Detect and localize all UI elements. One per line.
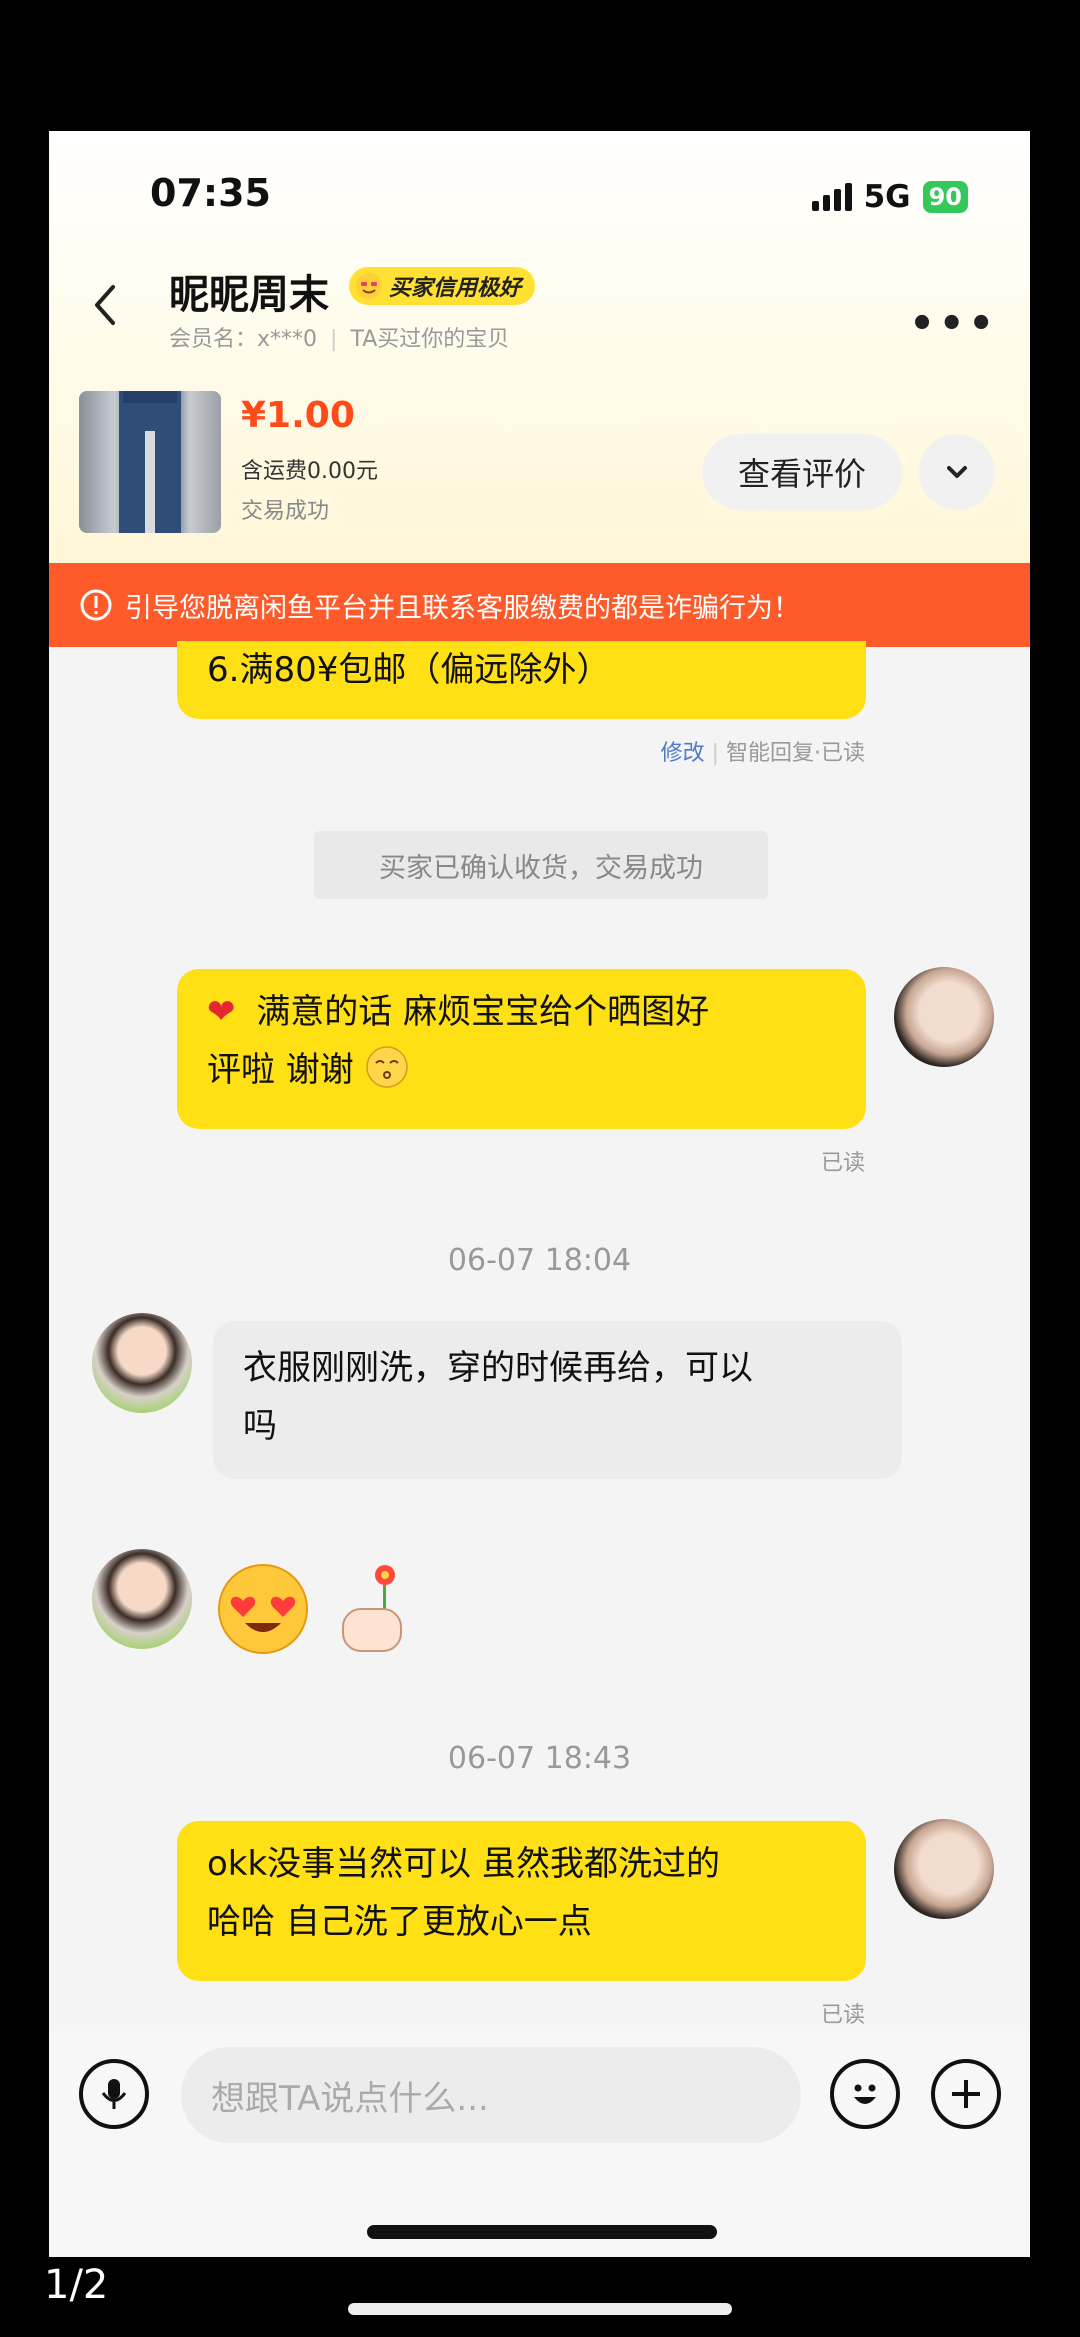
- message-text-line1: 满意的话 麻烦宝宝给个晒图好: [256, 992, 710, 1032]
- read-receipt: 已读: [820, 1151, 865, 1176]
- plus-icon: [952, 2080, 980, 2108]
- message-line: ❤ 满意的话 麻烦宝宝给个晒图好: [207, 983, 836, 1041]
- expand-button[interactable]: [919, 434, 995, 510]
- thumbs-flower-emoji[interactable]: [329, 1559, 419, 1659]
- contact-name: 昵昵周末: [169, 272, 329, 318]
- battery-icon: 90: [922, 181, 968, 213]
- message-text-line2: 哈哈 自己洗了更放心一点: [207, 1902, 592, 1942]
- status-icons: 5G 90: [811, 179, 968, 215]
- back-arrow-icon: [95, 285, 115, 325]
- phone-screen: 07:35 5G 90 昵昵周末 买家信用极好 会员名：x***0 | TA买过…: [49, 131, 1030, 2257]
- message-line: 评啦 谢谢: [207, 1041, 836, 1099]
- timestamp: 06-07 18:43: [447, 1741, 632, 1776]
- message-input[interactable]: 想跟TA说点什么...: [181, 2047, 801, 2143]
- back-button[interactable]: [77, 275, 137, 335]
- my-avatar[interactable]: [894, 1819, 994, 1919]
- voice-button[interactable]: [79, 2059, 149, 2129]
- message-bubble-mine[interactable]: ❤ 满意的话 麻烦宝宝给个晒图好 评啦 谢谢: [177, 969, 866, 1129]
- message-bubble-mine[interactable]: okk没事当然可以 虽然我都洗过的 哈哈 自己洗了更放心一点: [177, 1821, 866, 1981]
- home-indicator[interactable]: [367, 2225, 717, 2239]
- kiss-face-emoji: [365, 1046, 408, 1088]
- message-bubble-other[interactable]: 衣服刚刚洗，穿的时候再给，可以 吗: [213, 1321, 902, 1479]
- network-label: 5G: [863, 179, 911, 215]
- my-avatar[interactable]: [894, 967, 994, 1067]
- system-message: 买家已确认收货，交易成功: [314, 831, 768, 899]
- credit-badge: 买家信用极好: [349, 267, 536, 305]
- message-text-line2: 吗: [243, 1406, 277, 1446]
- chevron-down-icon: [947, 466, 967, 478]
- trade-status: 交易成功: [241, 499, 330, 524]
- product-shipping: 含运费0.00元: [241, 459, 378, 484]
- timestamp: 06-07 18:04: [447, 1243, 632, 1278]
- product-price: ¥1.00: [241, 395, 355, 436]
- signal-icon: [811, 183, 852, 211]
- message-meta: 修改 | 智能回复·已读: [660, 741, 865, 766]
- emoji-face-icon: [854, 2084, 876, 2104]
- credit-badge-label: 买家信用极好: [389, 276, 522, 301]
- message-text: 6.满80¥包邮（偏远除外）: [207, 650, 611, 690]
- message-text-line1: okk没事当然可以 虽然我都洗过的: [207, 1844, 720, 1884]
- fraud-warning-banner: 引导您脱离闲鱼平台并且联系客服缴费的都是诈骗行为！: [49, 563, 1030, 647]
- message-text-line2: 评啦 谢谢: [207, 1050, 354, 1090]
- smart-reply-status: 智能回复·已读: [726, 741, 865, 766]
- emoji-button[interactable]: [830, 2059, 900, 2129]
- contact-avatar[interactable]: [92, 1549, 192, 1649]
- contact-avatar[interactable]: [92, 1313, 192, 1413]
- member-info: 会员名：x***0 | TA买过你的宝贝: [169, 327, 510, 352]
- product-thumbnail[interactable]: [79, 391, 221, 533]
- red-heart-icon: ❤: [207, 992, 236, 1032]
- status-time: 07:35: [150, 171, 271, 215]
- jeans-image: [119, 391, 181, 533]
- microphone-icon: [101, 2079, 127, 2109]
- heart-eyes-emoji[interactable]: [215, 1561, 311, 1657]
- warning-icon: [80, 589, 112, 621]
- warning-text: 引导您脱离闲鱼平台并且联系客服缴费的都是诈骗行为！: [125, 592, 800, 624]
- outer-home-indicator: [348, 2303, 732, 2315]
- edit-link[interactable]: 修改: [661, 741, 705, 766]
- add-more-button[interactable]: [931, 2059, 1001, 2129]
- page-indicator: 1/2: [44, 2262, 109, 2308]
- member-name: x***0: [257, 327, 318, 352]
- member-label: 会员名：: [169, 327, 258, 352]
- smile-face-icon: [356, 273, 382, 299]
- message-text-line1: 衣服刚刚洗，穿的时候再给，可以: [243, 1348, 753, 1388]
- bought-note: TA买过你的宝贝: [350, 327, 510, 352]
- more-options-icon[interactable]: •••: [909, 301, 998, 347]
- view-review-button[interactable]: 查看评价: [702, 434, 902, 510]
- read-receipt: 已读: [820, 2003, 865, 2028]
- message-bubble-auto-reply[interactable]: 6.满80¥包邮（偏远除外）: [177, 641, 866, 719]
